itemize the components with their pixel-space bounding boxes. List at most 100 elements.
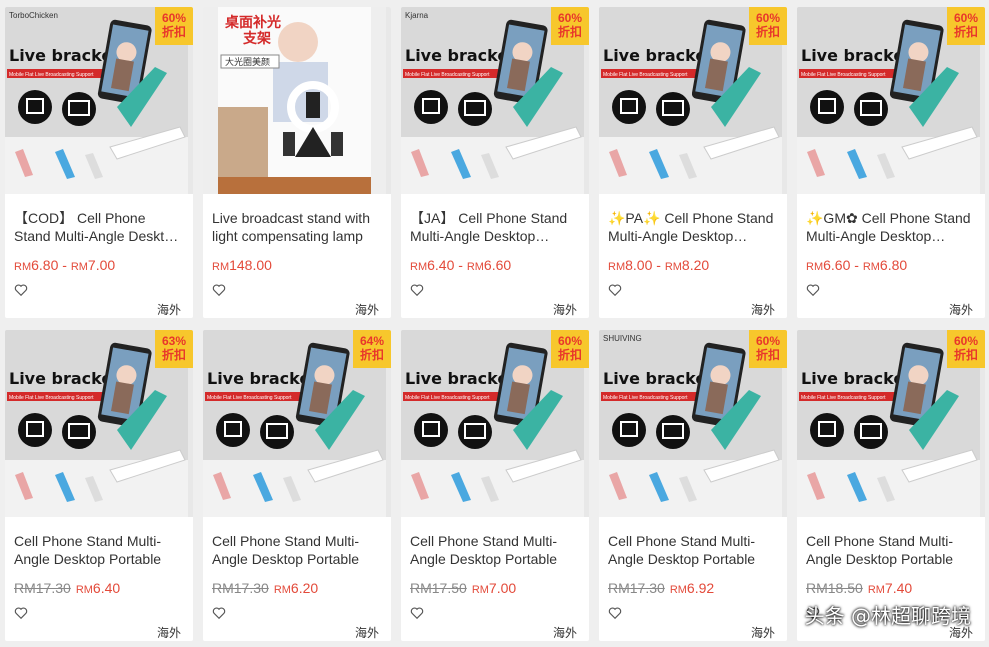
origin-label: 海外 bbox=[156, 626, 181, 640]
heart-icon[interactable] bbox=[806, 283, 820, 297]
svg-text:Mobile Flat Live Broadcasting: Mobile Flat Live Broadcasting Support bbox=[603, 395, 688, 401]
product-thumbnail[interactable]: Live bracket Mobile Flat Live Broadcasti… bbox=[5, 7, 193, 194]
origin-label: 海外 bbox=[750, 626, 775, 640]
svg-text:Mobile Flat Live Broadcasting: Mobile Flat Live Broadcasting Support bbox=[9, 72, 94, 78]
product-card[interactable]: Live bracket Mobile Flat Live Broadcasti… bbox=[5, 330, 193, 641]
discount-percent: 60% bbox=[557, 334, 583, 348]
sale-price: RM6.92 bbox=[669, 580, 715, 596]
svg-text:Mobile Flat Live Broadcasting: Mobile Flat Live Broadcasting Support bbox=[207, 395, 292, 401]
discount-badge: 63% 折扣 bbox=[155, 330, 193, 368]
product-card[interactable]: Live bracket Mobile Flat Live Broadcasti… bbox=[5, 7, 193, 318]
product-thumbnail[interactable]: Live bracket Mobile Flat Live Broadcasti… bbox=[401, 330, 589, 517]
original-price: RM17.30 bbox=[14, 580, 71, 596]
discount-percent: 64% bbox=[359, 334, 385, 348]
discount-label: 折扣 bbox=[755, 348, 780, 362]
discount-label: 折扣 bbox=[557, 25, 582, 39]
product-card[interactable]: Live bracket Mobile Flat Live Broadcasti… bbox=[797, 330, 985, 641]
product-thumbnail[interactable]: Live bracket Mobile Flat Live Broadcasti… bbox=[797, 330, 985, 517]
heart-icon[interactable] bbox=[14, 606, 28, 620]
product-card[interactable]: Live bracket Mobile Flat Live Broadcasti… bbox=[401, 7, 589, 318]
sale-price-max: RM8.20 bbox=[664, 257, 710, 273]
origin-label: 海外 bbox=[354, 626, 379, 640]
heart-icon[interactable] bbox=[410, 606, 424, 620]
discount-badge: 60% 折扣 bbox=[551, 7, 589, 45]
product-title[interactable]: Cell Phone Stand Multi-Angle Desktop Por… bbox=[806, 532, 976, 568]
discount-badge: 60% 折扣 bbox=[551, 330, 589, 368]
svg-text:Mobile Flat Live Broadcasting: Mobile Flat Live Broadcasting Support bbox=[801, 395, 886, 401]
product-title[interactable]: Cell Phone Stand Multi-Angle Desktop Por… bbox=[410, 532, 580, 568]
sale-price: RM8.00 bbox=[608, 257, 653, 273]
product-card[interactable]: Live bracket Mobile Flat Live Broadcasti… bbox=[797, 7, 985, 318]
product-price: RM17.30 RM6.20 bbox=[212, 580, 318, 596]
sale-price: RM6.40 bbox=[75, 580, 121, 596]
product-price: RM6.80 - RM7.00 bbox=[14, 257, 116, 273]
product-price: RM17.30 RM6.92 bbox=[608, 580, 714, 596]
discount-badge: 60% 折扣 bbox=[155, 7, 193, 45]
original-price: RM17.30 bbox=[608, 580, 665, 596]
discount-label: 折扣 bbox=[359, 348, 384, 362]
product-title[interactable]: 【JA】 Cell Phone Stand Multi-Angle Deskto… bbox=[410, 209, 580, 245]
discount-badge: 60% 折扣 bbox=[947, 7, 985, 45]
original-price: RM18.50 bbox=[806, 580, 863, 596]
product-card[interactable]: Live bracket Mobile Flat Live Broadcasti… bbox=[401, 330, 589, 641]
product-card[interactable]: Live bracket Mobile Flat Live Broadcasti… bbox=[203, 330, 391, 641]
product-title[interactable]: ✨GM✿ Cell Phone Stand Multi-Angle Deskto… bbox=[806, 209, 976, 245]
product-title[interactable]: Cell Phone Stand Multi-Angle Desktop Por… bbox=[14, 532, 184, 568]
svg-text:Mobile Flat Live Broadcasting: Mobile Flat Live Broadcasting Support bbox=[603, 72, 688, 78]
brand-logo: TorboChicken bbox=[9, 11, 58, 20]
heart-icon[interactable] bbox=[212, 283, 226, 297]
sale-price: RM6.80 bbox=[14, 257, 59, 273]
discount-percent: 60% bbox=[755, 334, 781, 348]
product-title[interactable]: ✨PA✨ Cell Phone Stand Multi-Angle Deskto… bbox=[608, 209, 778, 245]
product-thumbnail[interactable]: Live bracket Mobile Flat Live Broadcasti… bbox=[599, 7, 787, 194]
discount-label: 折扣 bbox=[953, 348, 978, 362]
product-title[interactable]: Cell Phone Stand Multi-Angle Desktop Por… bbox=[608, 532, 778, 568]
origin-label: 海外 bbox=[156, 303, 181, 317]
sale-price: RM6.20 bbox=[273, 580, 319, 596]
brand-logo: SHUIVING bbox=[603, 334, 642, 343]
discount-label: 折扣 bbox=[557, 348, 582, 362]
product-thumbnail[interactable]: Live bracket Mobile Flat Live Broadcasti… bbox=[5, 330, 193, 517]
svg-text:大光圈美颜: 大光圈美颜 bbox=[225, 56, 270, 68]
product-price: RM8.00 - RM8.20 bbox=[608, 257, 710, 273]
brand-logo: Kjarna bbox=[405, 11, 429, 20]
product-price: RM6.40 - RM6.60 bbox=[410, 257, 512, 273]
discount-badge: 60% 折扣 bbox=[749, 330, 787, 368]
heart-icon[interactable] bbox=[14, 283, 28, 297]
product-title[interactable]: Live broadcast stand with light compensa… bbox=[212, 209, 382, 245]
original-price: RM17.30 bbox=[212, 580, 269, 596]
svg-text:Mobile Flat Live Broadcasting: Mobile Flat Live Broadcasting Support bbox=[9, 395, 94, 401]
discount-label: 折扣 bbox=[161, 25, 186, 39]
product-thumbnail[interactable]: Live bracket Mobile Flat Live Broadcasti… bbox=[203, 330, 391, 517]
sale-price: RM148.00 bbox=[212, 257, 272, 273]
product-price: RM17.50 RM7.00 bbox=[410, 580, 516, 596]
product-thumbnail[interactable]: Live bracket Mobile Flat Live Broadcasti… bbox=[797, 7, 985, 194]
discount-badge: 60% 折扣 bbox=[749, 7, 787, 45]
product-grid: Live bracket Mobile Flat Live Broadcasti… bbox=[0, 0, 989, 647]
product-card[interactable]: Live bracket Mobile Flat Live Broadcasti… bbox=[599, 330, 787, 641]
product-thumbnail[interactable]: Live bracket Mobile Flat Live Broadcasti… bbox=[401, 7, 589, 194]
origin-label: 海外 bbox=[354, 303, 379, 317]
product-price: RM17.30 RM6.40 bbox=[14, 580, 120, 596]
original-price: RM17.50 bbox=[410, 580, 467, 596]
heart-icon[interactable] bbox=[212, 606, 226, 620]
product-title[interactable]: 【COD】 Cell Phone Stand Multi-Angle Deskt… bbox=[14, 209, 184, 245]
discount-percent: 63% bbox=[161, 334, 187, 348]
discount-percent: 60% bbox=[161, 11, 187, 25]
product-thumbnail[interactable]: 桌面补光 支架 大光圈美颜 bbox=[203, 7, 391, 194]
origin-label: 海外 bbox=[948, 303, 973, 317]
svg-text:Mobile Flat Live Broadcasting: Mobile Flat Live Broadcasting Support bbox=[405, 72, 490, 78]
product-image: 桌面补光 支架 大光圈美颜 bbox=[203, 7, 386, 194]
origin-label: 海外 bbox=[552, 626, 577, 640]
svg-text:支架: 支架 bbox=[242, 30, 271, 47]
product-card[interactable]: Live bracket Mobile Flat Live Broadcasti… bbox=[599, 7, 787, 318]
sale-price: RM6.60 bbox=[806, 257, 851, 273]
heart-icon[interactable] bbox=[608, 283, 622, 297]
discount-label: 折扣 bbox=[161, 348, 186, 362]
heart-icon[interactable] bbox=[410, 283, 424, 297]
product-title[interactable]: Cell Phone Stand Multi-Angle Desktop Por… bbox=[212, 532, 382, 568]
heart-icon[interactable] bbox=[608, 606, 622, 620]
product-thumbnail[interactable]: Live bracket Mobile Flat Live Broadcasti… bbox=[599, 330, 787, 517]
origin-label: 海外 bbox=[750, 303, 775, 317]
product-card[interactable]: 桌面补光 支架 大光圈美颜 Live broadcast stand with … bbox=[203, 7, 391, 318]
